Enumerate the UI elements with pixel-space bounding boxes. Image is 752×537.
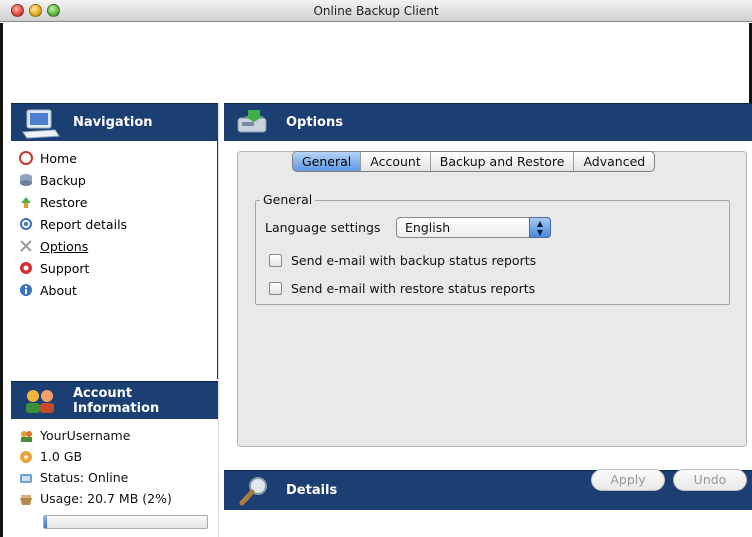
left-sidebar: Navigation Home Backup Restore Report de…	[0, 103, 219, 537]
usage-progress-bar	[43, 515, 208, 529]
options-icon	[18, 238, 34, 254]
tab-backup-and-restore[interactable]: Backup and Restore	[431, 152, 575, 171]
account-quota: 1.0 GB	[18, 446, 172, 467]
tab-account[interactable]: Account	[361, 152, 431, 171]
account-status: Status: Online	[18, 467, 172, 488]
toolbar-area	[0, 23, 752, 103]
status-icon	[18, 470, 34, 486]
account-username: YourUsername	[18, 425, 172, 446]
restore-email-checkbox[interactable]	[269, 282, 282, 295]
nav-item-label: Backup	[40, 172, 86, 188]
nav-item-label: Report details	[40, 216, 128, 232]
nav-item-label: About	[40, 282, 77, 298]
usage-text: Usage: 20.7 MB (2%)	[40, 491, 172, 506]
nav-item-options[interactable]: Options	[18, 235, 127, 257]
nav-item-backup[interactable]: Backup	[18, 169, 127, 191]
restore-icon	[18, 194, 34, 210]
nav-item-report-details[interactable]: Report details	[18, 213, 127, 235]
navigation-list: Home Backup Restore Report details Optio…	[18, 147, 127, 301]
report-icon	[18, 216, 34, 232]
usage-progress-fill	[44, 516, 48, 528]
navigation-header: Navigation	[11, 103, 219, 141]
language-select-value: English	[405, 220, 451, 235]
language-settings-label: Language settings	[265, 220, 381, 235]
restore-email-checkbox-row[interactable]: Send e-mail with restore status reports	[269, 281, 535, 296]
status-text: Status: Online	[40, 470, 129, 485]
options-drive-icon	[234, 108, 274, 142]
options-title: Options	[286, 115, 343, 130]
nav-item-about[interactable]: About	[18, 279, 127, 301]
account-info-list: YourUsername 1.0 GB Status: Online Usage…	[18, 425, 172, 509]
options-header: Options	[224, 103, 752, 141]
details-title: Details	[286, 483, 338, 498]
magnifier-icon	[234, 475, 274, 511]
backup-email-checkbox[interactable]	[269, 254, 282, 267]
navigation-title: Navigation	[73, 115, 153, 130]
nav-item-support[interactable]: Support	[18, 257, 127, 279]
account-information-title: Account Information	[73, 385, 160, 416]
users-icon	[21, 386, 61, 420]
support-icon	[18, 260, 34, 276]
tab-general[interactable]: General	[293, 152, 362, 171]
nav-item-label: Support	[40, 260, 90, 276]
backup-email-checkbox-row[interactable]: Send e-mail with backup status reports	[269, 253, 536, 268]
about-icon	[18, 282, 34, 298]
nav-item-home[interactable]: Home	[18, 147, 127, 169]
nav-item-label: Options	[40, 238, 89, 254]
usage-icon	[18, 491, 34, 507]
language-select[interactable]: English ▲ ▼	[396, 217, 551, 238]
backup-icon	[18, 172, 34, 188]
nav-item-label: Home	[40, 150, 77, 166]
account-usage: Usage: 20.7 MB (2%)	[18, 488, 172, 509]
nav-item-restore[interactable]: Restore	[18, 191, 127, 213]
apply-button[interactable]: Apply	[591, 469, 665, 491]
window-title: Online Backup Client	[313, 4, 439, 18]
tab-advanced[interactable]: Advanced	[574, 152, 654, 171]
restore-email-label: Send e-mail with restore status reports	[291, 281, 536, 296]
title-bar: Online Backup Client	[0, 0, 752, 22]
backup-email-label: Send e-mail with backup status reports	[291, 253, 537, 268]
account-information-header: Account Information	[11, 381, 219, 419]
home-icon	[18, 150, 34, 166]
computer-icon	[21, 108, 61, 144]
nav-item-label: Restore	[40, 194, 88, 210]
quota-text: 1.0 GB	[40, 449, 83, 464]
username-text: YourUsername	[40, 428, 131, 443]
user-icon	[18, 428, 34, 444]
storage-icon	[18, 449, 34, 465]
undo-button[interactable]: Undo	[673, 469, 747, 491]
select-arrows-icon: ▲ ▼	[529, 217, 551, 238]
general-group-title: General	[260, 192, 316, 207]
options-tab-bar: General Account Backup and Restore Advan…	[292, 151, 656, 172]
